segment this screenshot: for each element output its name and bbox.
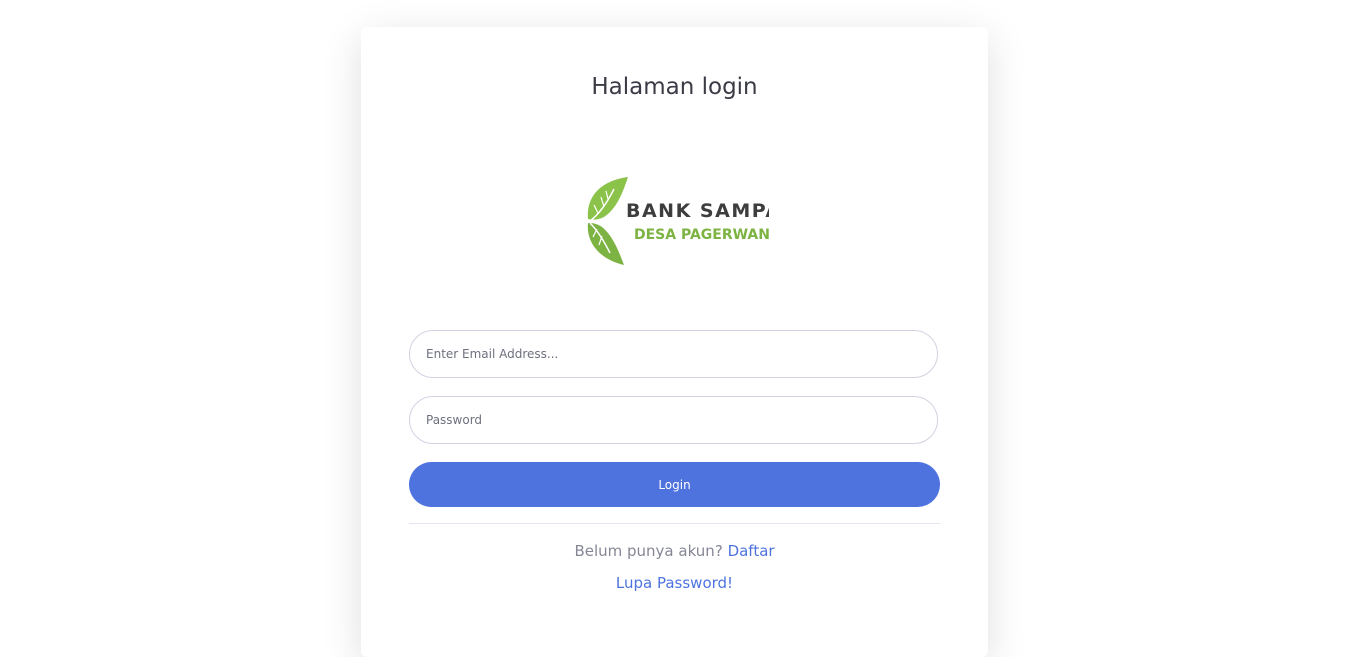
logo-line2: DESA PAGERWANGI — [634, 227, 769, 243]
forgot-line: Lupa Password! — [361, 574, 988, 592]
forgot-password-link[interactable]: Lupa Password! — [616, 574, 733, 592]
password-input[interactable] — [409, 396, 938, 444]
register-prompt-line: Belum punya akun? Daftar — [361, 542, 988, 560]
login-button[interactable]: Login — [409, 462, 940, 507]
leaf-icon — [587, 177, 628, 265]
register-prompt-text: Belum punya akun? — [574, 542, 723, 560]
login-card: Halaman login BANK SAMPAH DESA PAGERWANG… — [361, 27, 988, 657]
email-input[interactable] — [409, 330, 938, 378]
bank-sampah-logo: BANK SAMPAH DESA PAGERWANGI — [587, 177, 769, 265]
page-title: Halaman login — [591, 74, 758, 100]
divider — [409, 523, 940, 524]
register-link[interactable]: Daftar — [728, 542, 775, 560]
logo-line1: BANK SAMPAH — [626, 200, 769, 222]
